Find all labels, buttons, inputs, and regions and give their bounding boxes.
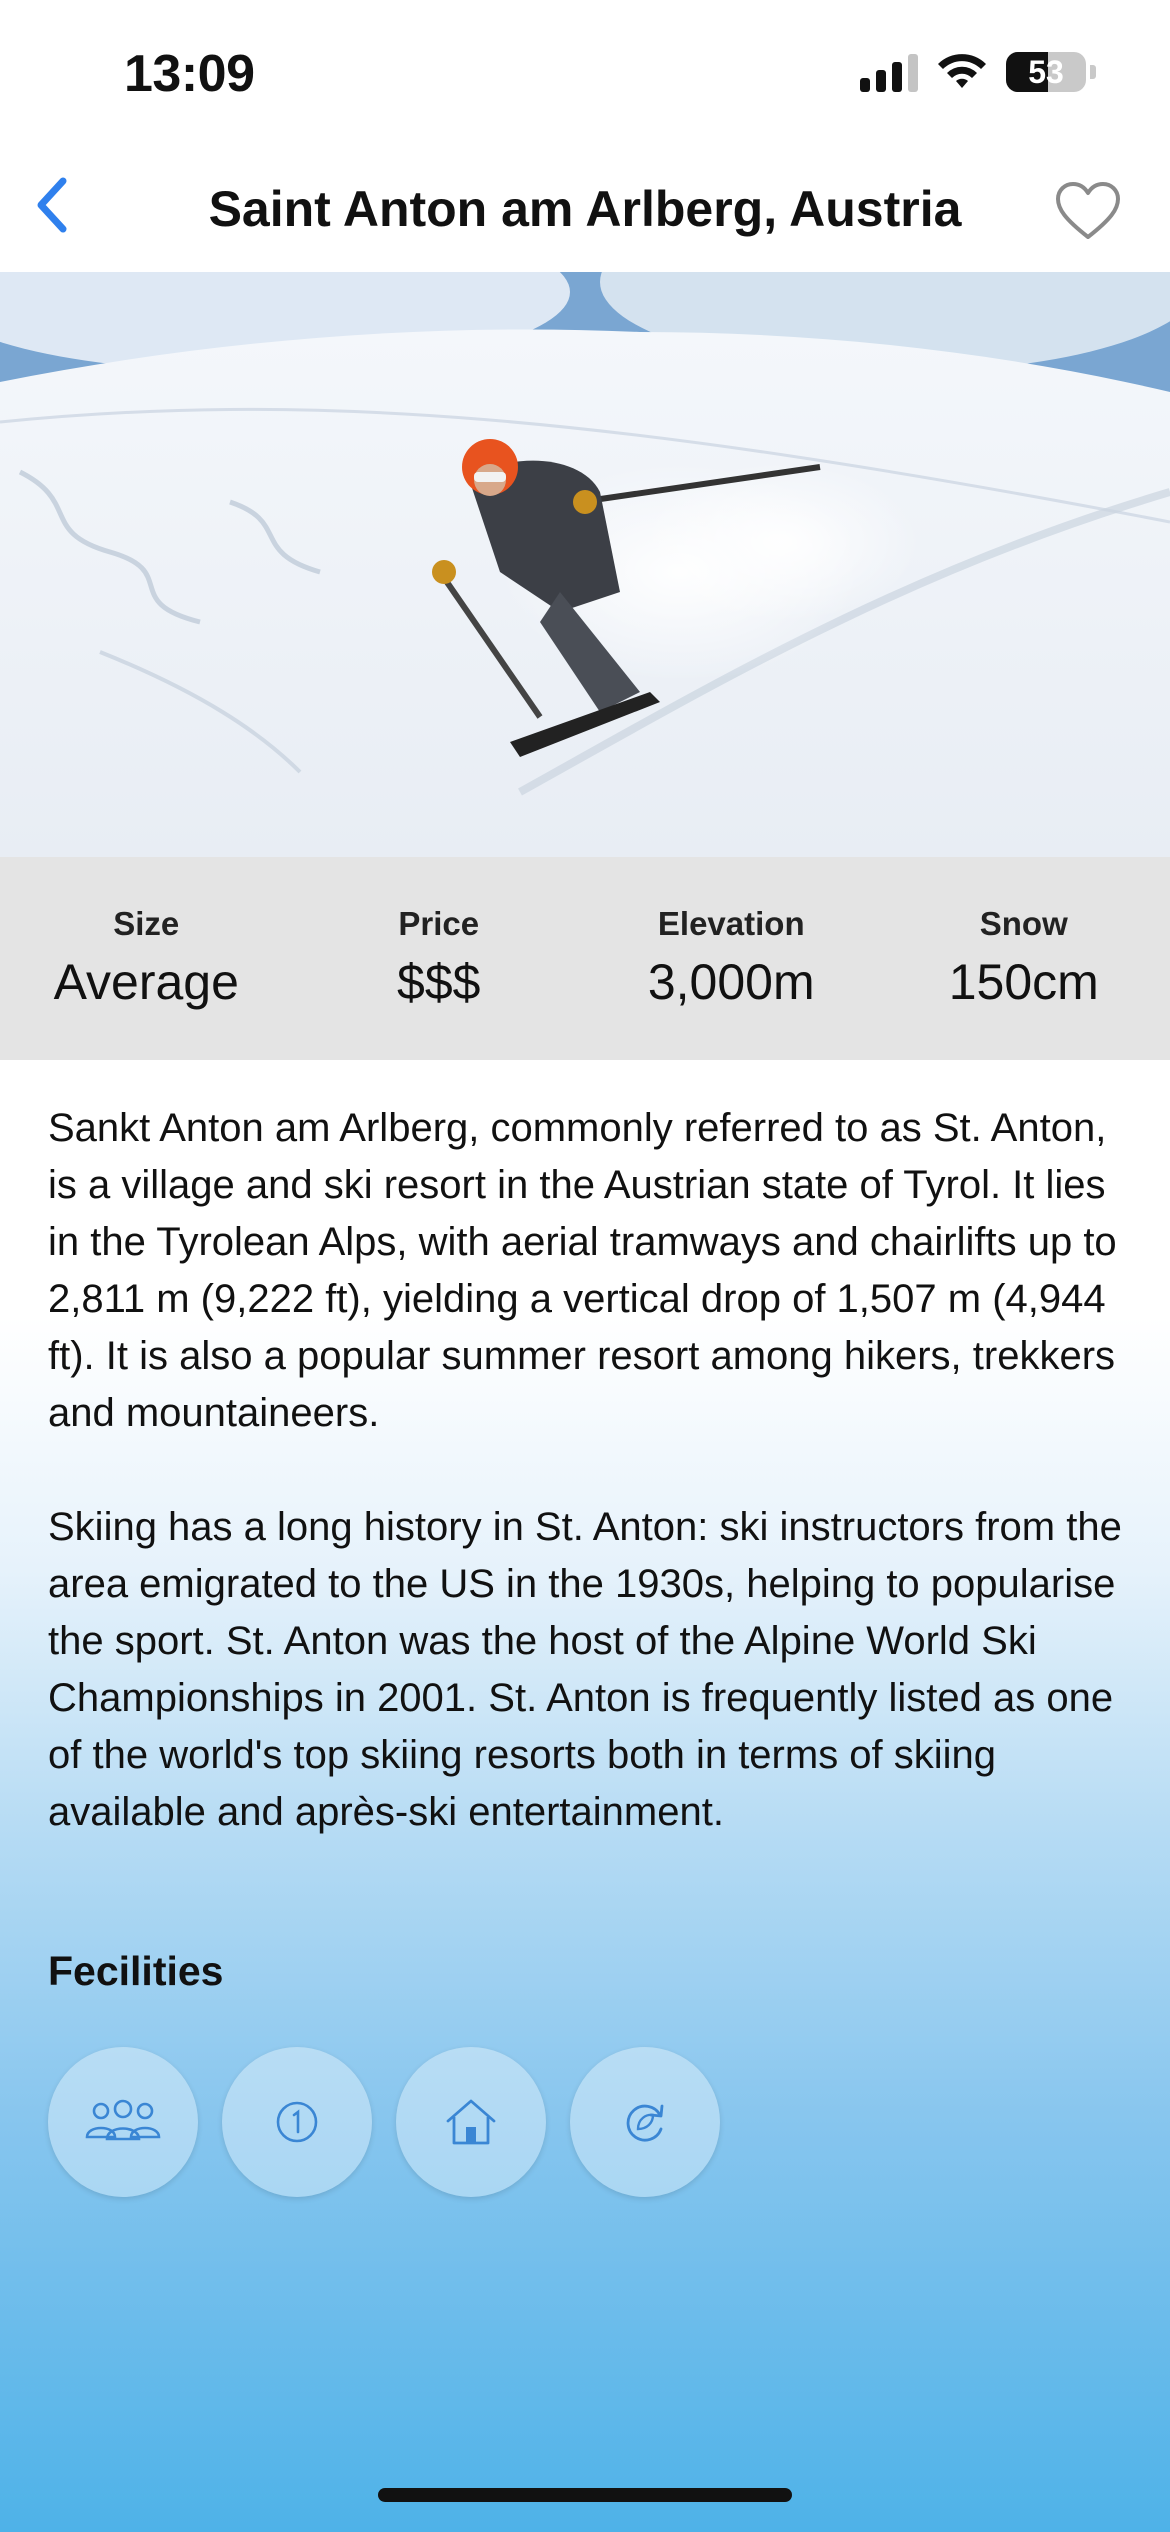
facility-info-button[interactable] bbox=[222, 2047, 372, 2197]
wifi-icon bbox=[938, 54, 986, 88]
stat-elevation: Elevation 3,000m bbox=[585, 857, 878, 1060]
stat-label: Elevation bbox=[657, 905, 805, 942]
stat-value: $$$ bbox=[397, 954, 481, 1010]
resort-stats: Size Average Price $$$ Elevation 3,000m … bbox=[0, 857, 1170, 1060]
skier-photo bbox=[0, 272, 1170, 857]
stat-label: Price bbox=[398, 905, 480, 942]
stat-value: 150cm bbox=[948, 954, 1099, 1010]
description-paragraph: Sankt Anton am Arlberg, commonly referre… bbox=[48, 1106, 1117, 1435]
stat-label: Size bbox=[113, 905, 180, 942]
facility-group-button[interactable] bbox=[48, 2047, 198, 2197]
resort-description: Sankt Anton am Arlberg, commonly referre… bbox=[48, 1100, 1128, 1898]
hero-image bbox=[0, 272, 1170, 857]
status-icons: 53 bbox=[860, 52, 1096, 92]
battery-icon: 53 bbox=[1006, 52, 1086, 92]
status-bar: 13:09 53 bbox=[0, 0, 1170, 150]
battery-level: 53 bbox=[1028, 53, 1064, 90]
heart-icon bbox=[1056, 182, 1120, 239]
stat-snow: Snow 150cm bbox=[878, 857, 1170, 1060]
page-title: Saint Anton am Arlberg, Austria bbox=[208, 181, 962, 237]
stat-label: Snow bbox=[979, 905, 1068, 942]
favorite-button[interactable] bbox=[1048, 174, 1128, 248]
stat-value: 3,000m bbox=[647, 954, 815, 1010]
group-icon bbox=[85, 2099, 161, 2141]
navigation-bar: Saint Anton am Arlberg, Austria bbox=[0, 150, 1170, 272]
facility-lodging-button[interactable] bbox=[396, 2047, 546, 2197]
eco-refresh-icon bbox=[626, 2104, 664, 2142]
home-icon bbox=[446, 2099, 496, 2145]
cellular-signal-icon bbox=[860, 52, 918, 92]
description-paragraph: Skiing has a long history in St. Anton: … bbox=[48, 1505, 1122, 1834]
home-indicator[interactable] bbox=[378, 2488, 792, 2502]
facilities-list bbox=[48, 2047, 720, 2197]
stat-value: Average bbox=[53, 954, 239, 1010]
info-number-icon bbox=[276, 2101, 318, 2143]
stat-size: Size Average bbox=[0, 857, 293, 1060]
facility-eco-button[interactable] bbox=[570, 2047, 720, 2197]
stat-price: Price $$$ bbox=[293, 857, 586, 1060]
status-time: 13:09 bbox=[124, 45, 255, 103]
facilities-title: Fecilities bbox=[48, 1948, 224, 1994]
